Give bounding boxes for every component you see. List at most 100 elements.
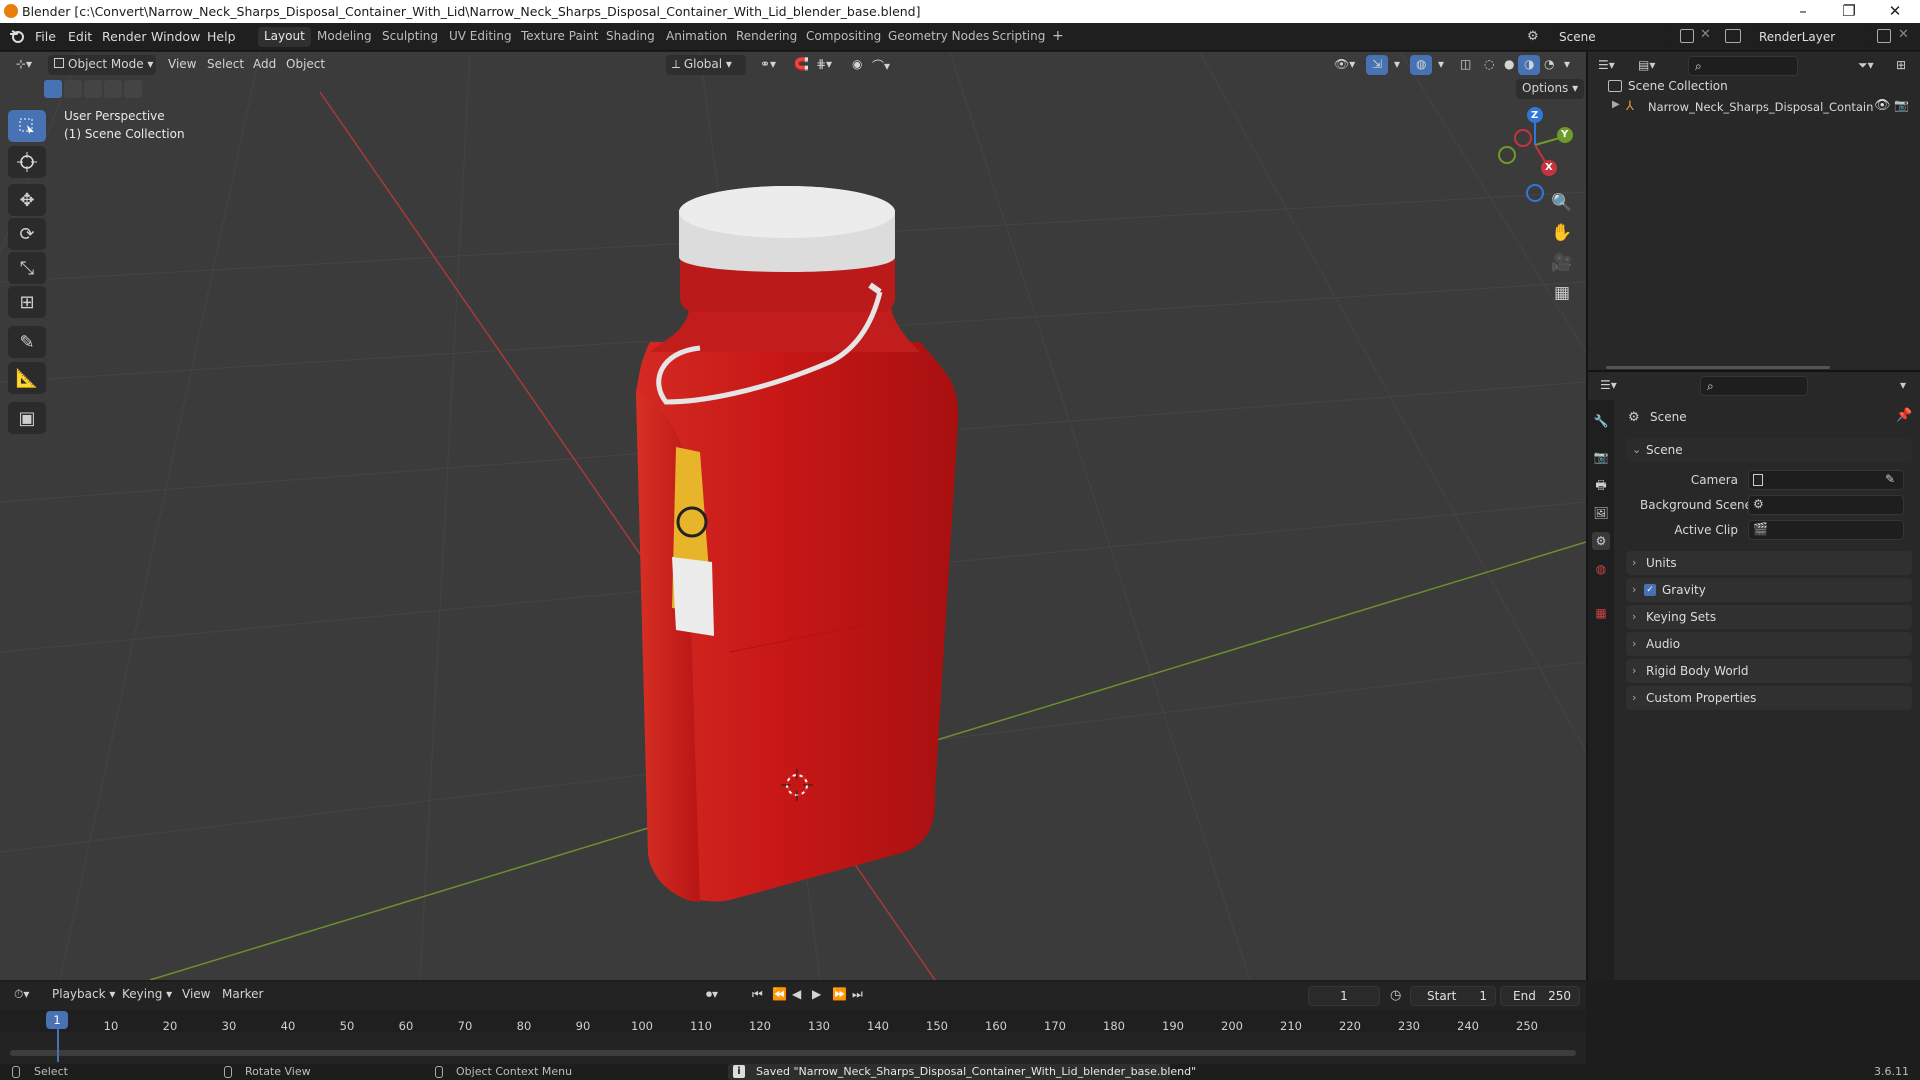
- current-frame-field[interactable]: 1: [1308, 986, 1380, 1006]
- select-box-tool[interactable]: [8, 110, 46, 142]
- falloff-icon[interactable]: ⌒▾: [866, 55, 896, 75]
- snap-target-icon[interactable]: ⋕▾: [810, 55, 838, 75]
- timeline-scrollbar[interactable]: [10, 1050, 1576, 1056]
- 3d-viewport[interactable]: Z Y X User Perspective (1) Scene Collect…: [0, 52, 1586, 980]
- tab-shading[interactable]: Shading: [600, 27, 661, 47]
- annotate-tool[interactable]: ✎: [8, 326, 46, 358]
- start-frame-field[interactable]: Start 1: [1410, 986, 1496, 1006]
- tab-rendering[interactable]: Rendering: [730, 27, 803, 47]
- new-scene-icon[interactable]: [1680, 29, 1694, 43]
- select-intersect-icon[interactable]: [124, 80, 142, 98]
- menu-file[interactable]: File: [35, 29, 56, 44]
- overlay-dropdown-icon[interactable]: ▾: [1432, 55, 1450, 75]
- scene-tab-icon[interactable]: ⚙: [1592, 532, 1610, 550]
- perspective-toggle-icon[interactable]: ▦: [1546, 278, 1578, 308]
- editor-type-button[interactable]: ⊹▾: [10, 55, 40, 75]
- gizmo-toggle-icon[interactable]: ⇲: [1366, 55, 1389, 75]
- gravity-panel[interactable]: › ✓ Gravity: [1626, 578, 1912, 602]
- pin-icon[interactable]: 📌: [1896, 408, 1912, 423]
- menu-render[interactable]: Render: [102, 29, 147, 44]
- play-icon[interactable]: ▶: [806, 985, 827, 1005]
- tab-animation[interactable]: Animation: [660, 27, 733, 47]
- background-scene-field[interactable]: ⚙: [1748, 495, 1904, 515]
- outliner-row-container[interactable]: ▶ ⅄ Narrow_Neck_Sharps_Disposal_Contain …: [1612, 98, 1912, 116]
- expand-arrow-icon[interactable]: ▶: [1612, 99, 1620, 110]
- visibility-icon[interactable]: 👁▾: [1328, 55, 1361, 75]
- pivot-point-icon[interactable]: ⚭▾: [754, 55, 782, 75]
- timeline-editor-type-icon[interactable]: ⏱▾: [8, 985, 35, 1005]
- select-subtract-icon[interactable]: [84, 80, 102, 98]
- minimize-button[interactable]: –: [1780, 0, 1826, 23]
- display-mode-icon[interactable]: ▤▾: [1638, 58, 1655, 72]
- delete-renderlayer-icon[interactable]: ✕: [1898, 27, 1909, 42]
- outliner-editor-type-icon[interactable]: ☰▾: [1598, 58, 1615, 72]
- gizmo-z-label[interactable]: Z: [1531, 110, 1538, 121]
- timeline-view-menu[interactable]: View: [176, 985, 216, 1005]
- tab-uv-editing[interactable]: UV Editing: [443, 27, 518, 47]
- playback-menu[interactable]: Playback ▾: [46, 985, 121, 1005]
- tab-compositing[interactable]: Compositing: [800, 27, 887, 47]
- tab-layout[interactable]: Layout: [258, 27, 311, 47]
- tab-sculpting[interactable]: Sculpting: [376, 27, 444, 47]
- end-frame-field[interactable]: End 250: [1500, 986, 1580, 1006]
- menu-window[interactable]: Window: [151, 29, 200, 44]
- add-workspace-button[interactable]: +: [1046, 26, 1070, 46]
- camera-field[interactable]: ✎: [1748, 470, 1904, 490]
- measure-tool[interactable]: 📐: [8, 362, 46, 394]
- scene-selector[interactable]: Scene: [1552, 27, 1672, 47]
- transform-tool[interactable]: ⊞: [8, 286, 46, 318]
- rigid-body-world-panel[interactable]: › Rigid Body World: [1626, 659, 1912, 683]
- auto-keying-icon[interactable]: ⏺▾: [700, 985, 724, 1005]
- outliner-scrollbar[interactable]: [1606, 366, 1830, 369]
- transform-orientation-dropdown[interactable]: ⟂ Global ▾: [666, 55, 746, 75]
- gizmo-dropdown-icon[interactable]: ▾: [1388, 55, 1406, 75]
- output-tab-icon[interactable]: 🖶: [1592, 476, 1610, 494]
- marker-menu[interactable]: Marker: [216, 985, 269, 1005]
- maximize-button[interactable]: ❐: [1826, 0, 1872, 23]
- keying-menu[interactable]: Keying ▾: [116, 985, 178, 1005]
- tab-texture-paint[interactable]: Texture Paint: [515, 27, 604, 47]
- jump-end-icon[interactable]: ⏭: [846, 985, 869, 1005]
- tool-tab-icon[interactable]: 🔧: [1592, 412, 1610, 430]
- play-reverse-icon[interactable]: ◀: [786, 985, 807, 1005]
- scale-tool[interactable]: ⤡: [8, 252, 46, 284]
- tab-geometry-nodes[interactable]: Geometry Nodes: [882, 27, 995, 47]
- units-panel[interactable]: › Units: [1626, 551, 1912, 575]
- pan-hand-icon[interactable]: ✋: [1546, 218, 1578, 248]
- properties-search-input[interactable]: ⌕: [1700, 376, 1808, 396]
- rotate-tool[interactable]: ⟳: [8, 218, 46, 250]
- select-new-icon[interactable]: [44, 80, 62, 98]
- render-tab-icon[interactable]: 📷: [1592, 448, 1610, 466]
- menu-object[interactable]: Object: [280, 55, 331, 75]
- new-collection-icon[interactable]: ⊞: [1896, 58, 1906, 72]
- camera-view-icon[interactable]: 🎥: [1546, 248, 1578, 278]
- menu-help[interactable]: Help: [207, 29, 236, 44]
- properties-options-icon[interactable]: ▾: [1900, 378, 1906, 392]
- options-dropdown[interactable]: Options ▾: [1516, 79, 1585, 99]
- close-button[interactable]: ✕: [1872, 0, 1918, 23]
- tab-scripting[interactable]: Scripting: [986, 27, 1051, 47]
- scene-panel-header[interactable]: ⌄ Scene: [1626, 438, 1912, 462]
- blender-menu-icon[interactable]: [9, 28, 25, 44]
- scene-icon[interactable]: ⚙: [1527, 29, 1543, 45]
- shading-dropdown-icon[interactable]: ▾: [1558, 55, 1576, 75]
- select-invert-icon[interactable]: [104, 80, 122, 98]
- eyedropper-icon[interactable]: ✎: [1885, 472, 1895, 486]
- playhead-line[interactable]: [57, 1028, 59, 1062]
- texture-tab-icon[interactable]: ▦: [1592, 604, 1610, 622]
- add-cube-tool[interactable]: ▣: [8, 402, 46, 434]
- object-mode-dropdown[interactable]: Object Mode ▾: [48, 55, 156, 75]
- select-extend-icon[interactable]: [64, 80, 82, 98]
- gravity-checkbox[interactable]: ✓: [1644, 584, 1656, 596]
- outliner-search-input[interactable]: ⌕: [1688, 56, 1798, 76]
- render-camera-icon[interactable]: 📷: [1894, 98, 1909, 112]
- status-report[interactable]: i Saved "Narrow_Neck_Sharps_Disposal_Con…: [728, 1064, 1196, 1080]
- menu-view[interactable]: View: [162, 55, 202, 75]
- keying-sets-panel[interactable]: › Keying Sets: [1626, 605, 1912, 629]
- preview-range-icon[interactable]: ◷: [1390, 988, 1401, 1003]
- audio-panel[interactable]: › Audio: [1626, 632, 1912, 656]
- menu-edit[interactable]: Edit: [68, 29, 92, 44]
- custom-properties-panel[interactable]: › Custom Properties: [1626, 686, 1912, 710]
- zoom-icon[interactable]: 🔍: [1546, 188, 1578, 218]
- delete-scene-icon[interactable]: ✕: [1700, 27, 1711, 42]
